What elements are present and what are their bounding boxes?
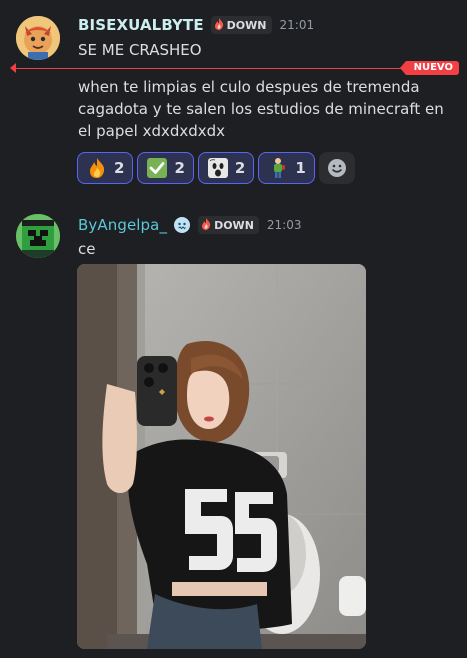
- snowflake-face-icon: [173, 216, 191, 234]
- flame-icon: [201, 217, 211, 233]
- server-tag[interactable]: DOWN: [210, 16, 272, 34]
- reaction-count: 2: [174, 159, 185, 177]
- reaction-ghost-face[interactable]: 2: [197, 152, 255, 184]
- check-icon: [146, 157, 168, 179]
- message-text: ce: [78, 240, 96, 258]
- ghost-face-icon: [207, 157, 229, 179]
- reaction-check[interactable]: 2: [137, 152, 194, 184]
- image-attachment[interactable]: [77, 264, 366, 649]
- flame-icon: [214, 17, 224, 33]
- message-text-line: el papel xdxdxdxdx: [78, 122, 226, 140]
- message-text: SE ME CRASHEO: [78, 41, 202, 59]
- smiley-icon: [327, 159, 346, 177]
- chat-view: BISEXUALBYTE DOWN 21:01 SE ME CRASHEO NU…: [0, 0, 467, 658]
- server-tag-label: DOWN: [226, 18, 267, 32]
- cartoon-fox-avatar-icon: [16, 16, 60, 60]
- fire-icon: [86, 157, 108, 179]
- reaction-figure[interactable]: 1: [258, 152, 315, 184]
- mirror-selfie-photo: [77, 264, 366, 649]
- timestamp[interactable]: 21:01: [280, 18, 315, 32]
- reaction-count: 2: [234, 159, 246, 177]
- message-text-line: when te limpias el culo despues de treme…: [78, 78, 420, 96]
- username[interactable]: ByAngelpa_: [78, 216, 167, 234]
- reaction-count: 1: [295, 159, 306, 177]
- new-messages-label: NUEVO: [399, 61, 459, 75]
- reaction-fire[interactable]: 2: [77, 152, 134, 184]
- add-reaction-button[interactable]: [318, 152, 355, 184]
- avatar[interactable]: [16, 214, 60, 258]
- message-text-line: cagadota y te salen los estudios de mine…: [78, 100, 444, 118]
- timestamp[interactable]: 21:03: [267, 218, 302, 232]
- server-tag[interactable]: DOWN: [198, 216, 259, 234]
- figure-icon: [267, 157, 289, 179]
- username[interactable]: BISEXUALBYTE: [78, 16, 204, 34]
- server-tag-label: DOWN: [214, 218, 254, 232]
- reaction-bar: 2 2 2 1: [77, 152, 355, 184]
- new-messages-divider: [16, 68, 456, 69]
- avatar[interactable]: [16, 16, 60, 60]
- creeper-avatar-icon: [16, 214, 60, 258]
- reaction-count: 2: [114, 159, 125, 177]
